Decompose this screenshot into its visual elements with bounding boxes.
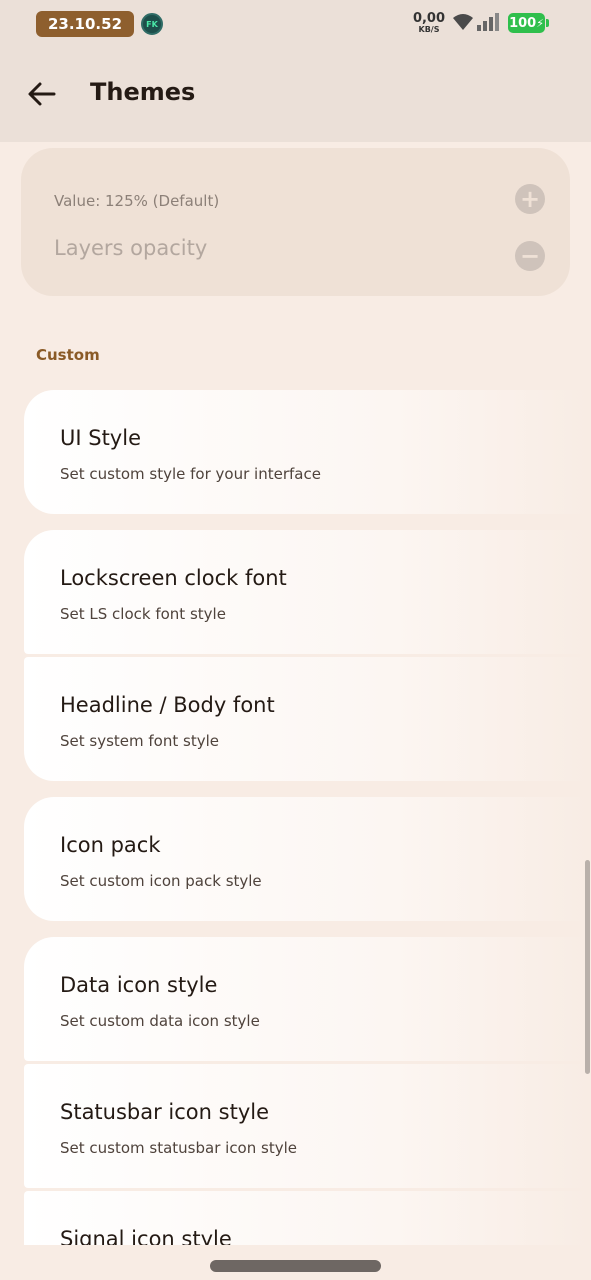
- decrease-button[interactable]: −: [515, 241, 545, 271]
- wifi-icon: [453, 14, 473, 30]
- list-item-title: Icon pack: [60, 833, 161, 857]
- list-item-subtitle: Set custom data icon style: [60, 1012, 260, 1030]
- network-speed: 0,00 KB/S: [412, 12, 446, 34]
- back-arrow-icon[interactable]: [26, 80, 58, 108]
- list-item-data-icon-style[interactable]: Data icon style Set custom data icon sty…: [24, 937, 591, 1061]
- layers-opacity-card: Value: 125% (Default) Layers opacity + −: [21, 148, 570, 296]
- battery-level: 100: [509, 15, 537, 31]
- charging-icon: ⚡: [536, 16, 544, 30]
- list-item-subtitle: Set custom icon pack style: [60, 872, 262, 890]
- list-item-headline-body-font[interactable]: Headline / Body font Set system font sty…: [24, 657, 591, 781]
- home-gesture-bar[interactable]: [210, 1260, 381, 1272]
- signal-icon: [477, 13, 499, 31]
- list-item-lockscreen-clock-font[interactable]: Lockscreen clock font Set LS clock font …: [24, 530, 591, 654]
- status-bar: 23.10.52 FK 0,00 KB/S 100 ⚡: [0, 0, 591, 46]
- list-item-subtitle: Set LS clock font style: [60, 605, 226, 623]
- list-item-title: Signal icon style: [60, 1227, 232, 1245]
- scrollbar[interactable]: [585, 860, 590, 1074]
- section-header-custom: Custom: [36, 346, 100, 364]
- settings-list[interactable]: Value: 125% (Default) Layers opacity + −…: [0, 142, 591, 1245]
- list-item-icon-pack[interactable]: Icon pack Set custom icon pack style: [24, 797, 591, 921]
- list-item-subtitle: Set custom style for your interface: [60, 465, 321, 483]
- slider-label: Layers opacity: [54, 236, 208, 260]
- minus-icon: −: [519, 242, 541, 270]
- page-title: Themes: [90, 78, 196, 106]
- slider-value-text: Value: 125% (Default): [54, 192, 220, 210]
- app-badge-icon: FK: [141, 13, 163, 35]
- list-item-ui-style[interactable]: UI Style Set custom style for your inter…: [24, 390, 591, 514]
- increase-button[interactable]: +: [515, 184, 545, 214]
- status-time: 23.10.52: [36, 11, 134, 37]
- network-speed-unit: KB/S: [418, 25, 440, 34]
- battery-indicator: 100 ⚡: [508, 13, 549, 33]
- list-item-title: Statusbar icon style: [60, 1100, 269, 1124]
- top-app-bar: Themes: [0, 46, 591, 142]
- list-item-subtitle: Set system font style: [60, 732, 219, 750]
- list-item-title: UI Style: [60, 426, 141, 450]
- network-speed-value: 0,00: [412, 11, 446, 26]
- list-item-title: Lockscreen clock font: [60, 566, 287, 590]
- list-item-subtitle: Set custom statusbar icon style: [60, 1139, 297, 1157]
- list-item-title: Data icon style: [60, 973, 218, 997]
- plus-icon: +: [519, 185, 541, 213]
- list-item-title: Headline / Body font: [60, 693, 275, 717]
- list-item-signal-icon-style[interactable]: Signal icon style: [24, 1191, 591, 1245]
- list-item-statusbar-icon-style[interactable]: Statusbar icon style Set custom statusba…: [24, 1064, 591, 1188]
